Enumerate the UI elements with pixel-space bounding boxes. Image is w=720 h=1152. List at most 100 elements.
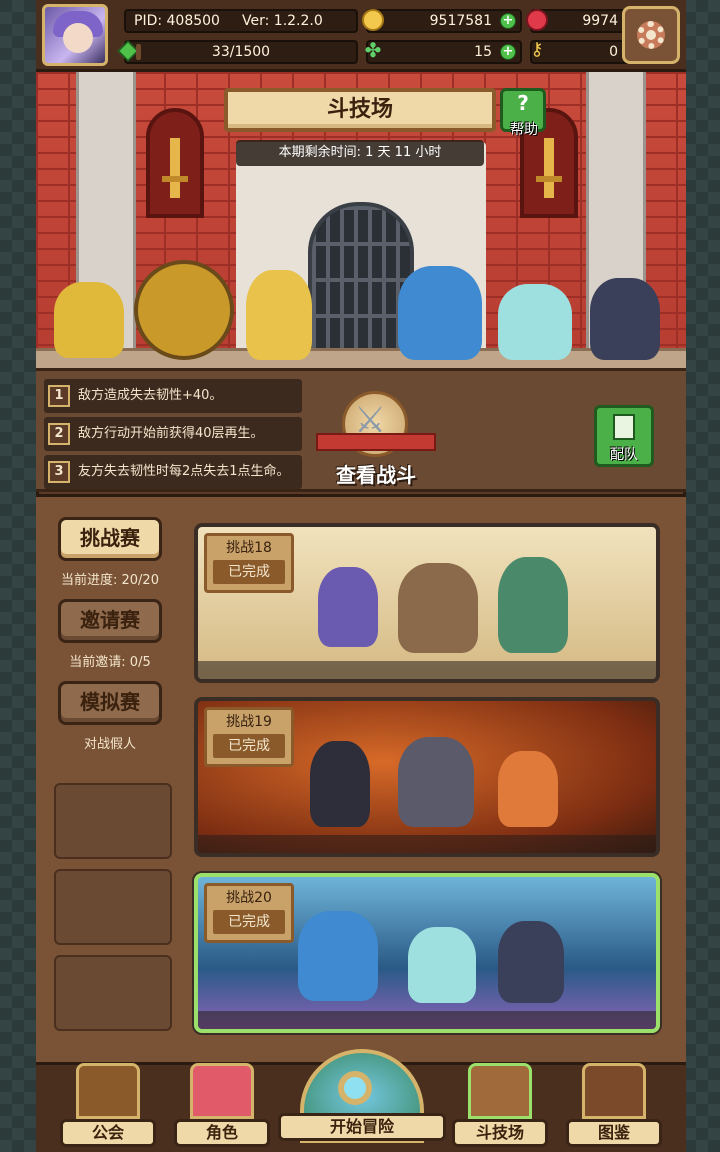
opponent-sprite: [398, 737, 474, 827]
nav-guild-label: 公会: [60, 1119, 156, 1147]
exp-value: 33/1500: [211, 44, 271, 60]
enemy-boss-sprite: [134, 260, 234, 360]
mode-tab-simulation[interactable]: 模拟赛: [58, 681, 162, 725]
simulation-note: 对战假人: [83, 737, 136, 752]
rules-band: 1 敌方造成失去韧性+40。 2 敌方行动开始前获得40层再生。 3 友方失去韧性时每…: [36, 368, 686, 492]
player-avatar[interactable]: [42, 4, 108, 66]
opponent-sprite: [310, 741, 370, 827]
pid-label: PID: 408500: [134, 13, 220, 29]
arena-title: 斗技场: [224, 88, 496, 132]
ally-sprite: [398, 266, 482, 360]
nav-guild[interactable]: 公会: [60, 1063, 156, 1147]
opponent-sprite: [318, 567, 378, 647]
nav-character[interactable]: 角色: [174, 1063, 270, 1147]
nav-codex[interactable]: 图鉴: [566, 1063, 662, 1147]
rule-item: 1 敌方造成失去韧性+40。: [44, 379, 302, 413]
rule-text: 敌方造成失去韧性+40。: [78, 388, 223, 403]
ally-sprite: [590, 278, 660, 360]
ally-sprite: [498, 284, 572, 360]
card-ground: [198, 661, 656, 679]
top-bar: PID: 408500 Ver: 1.2.2.0 9517581 + 9974 …: [36, 0, 686, 72]
exp-bar: 33/1500: [117, 40, 358, 64]
nav-codex-label: 图鉴: [566, 1119, 662, 1147]
enemy-sprite: [54, 282, 124, 358]
adventure-icon: [338, 1071, 372, 1105]
nav-arena[interactable]: 斗技场: [452, 1063, 548, 1147]
coin-counter: 9517581 +: [362, 9, 522, 33]
opponent-sprite: [398, 563, 478, 653]
challenge-name: 挑战19: [226, 714, 272, 730]
rule-item: 3 友方失去韧性时每2点失去1点生命。: [44, 455, 302, 489]
mode-tab-invite[interactable]: 邀请赛: [58, 599, 162, 643]
rule-number: 3: [48, 461, 70, 483]
help-button[interactable]: ? 帮助: [500, 88, 546, 138]
challenge-tag: 挑战18 已完成: [204, 533, 294, 593]
card-ground: [198, 1011, 656, 1029]
player-info-pill: PID: 408500 Ver: 1.2.2.0: [124, 9, 358, 33]
arena-floor: [36, 348, 686, 368]
rule-number: 2: [48, 423, 70, 445]
gem-icon: [526, 9, 548, 31]
crossed-swords-icon: ⚔: [354, 400, 387, 441]
gem-value: 9974: [582, 13, 618, 29]
team-label: 配队: [610, 447, 638, 463]
coin-value: 9517581: [429, 13, 492, 29]
codex-icon: [582, 1063, 646, 1119]
help-icon: ?: [517, 91, 529, 115]
challenge-status: 已完成: [213, 734, 285, 758]
challenge-status: 已完成: [213, 560, 285, 584]
nav-adventure-label: 开始冒险: [278, 1113, 446, 1141]
opponent-sprite: [498, 557, 568, 653]
view-battle-button[interactable]: ⚔ 查看战斗: [316, 391, 436, 489]
challenge-panel: 挑战赛 当前进度: 20/20 邀请赛 当前邀请: 0/5 模拟赛 对战假人 挑…: [36, 494, 686, 1062]
rule-text: 敌方行动开始前获得40层再生。: [78, 426, 264, 441]
clover-counter: ✤ 15 +: [365, 40, 522, 64]
ally-sprite: [408, 927, 476, 1003]
enemy-sprite: [246, 270, 312, 360]
bottom-nav: 公会 角色 开始冒险 斗技场 图鉴: [36, 1049, 686, 1152]
clover-icon: ✤: [364, 38, 382, 62]
team-setup-button[interactable]: 配队: [594, 405, 654, 467]
team-icon: [613, 414, 635, 440]
empty-mode-slot: [54, 869, 172, 945]
challenge-tag: 挑战19 已完成: [204, 707, 294, 767]
mode-tab-challenge[interactable]: 挑战赛: [58, 517, 162, 561]
challenge-name: 挑战18: [226, 540, 272, 556]
character-icon: [190, 1063, 254, 1119]
guild-icon: [76, 1063, 140, 1119]
rule-number: 1: [48, 385, 70, 407]
challenge-name: 挑战20: [226, 890, 272, 906]
sword-decoration-icon: [536, 138, 562, 198]
arena-icon: [468, 1063, 532, 1119]
key-icon: ⚷: [530, 39, 544, 60]
rule-text: 友方失去韧性时每2点失去1点生命。: [78, 464, 290, 479]
window-left: [146, 108, 204, 218]
mode-sidebar: 挑战赛 当前进度: 20/20 邀请赛 当前邀请: 0/5 模拟赛 对战假人: [48, 517, 172, 763]
gear-icon: [637, 21, 665, 49]
nav-arena-label: 斗技场: [452, 1119, 548, 1147]
add-coins-plus-icon[interactable]: +: [500, 13, 516, 29]
clover-value: 15: [474, 44, 492, 60]
challenge-progress: 当前进度: 20/20: [61, 573, 159, 588]
coin-icon: [362, 9, 384, 31]
challenge-status: 已完成: [213, 910, 285, 934]
settings-button[interactable]: [622, 6, 680, 64]
add-clovers-plus-icon[interactable]: +: [500, 44, 516, 60]
challenge-card[interactable]: 挑战19 已完成: [194, 697, 660, 857]
empty-mode-slot: [54, 955, 172, 1031]
rule-item: 2 敌方行动开始前获得40层再生。: [44, 417, 302, 451]
challenge-card-selected[interactable]: 挑战20 已完成: [194, 873, 660, 1033]
help-label: 帮助: [510, 122, 538, 138]
sword-decoration-icon: [162, 138, 188, 198]
challenge-card[interactable]: 挑战18 已完成: [194, 523, 660, 683]
ally-sprite: [498, 921, 564, 1003]
view-battle-label: 查看战斗: [336, 463, 416, 487]
start-adventure-button[interactable]: 开始冒险: [278, 1049, 446, 1152]
ally-sprite: [298, 911, 378, 1001]
challenge-tag: 挑战20 已完成: [204, 883, 294, 943]
card-ground: [198, 835, 656, 853]
nav-character-label: 角色: [174, 1119, 270, 1147]
opponent-sprite: [498, 751, 558, 827]
avatar-face: [63, 23, 93, 53]
version-label: Ver: 1.2.2.0: [242, 13, 323, 29]
